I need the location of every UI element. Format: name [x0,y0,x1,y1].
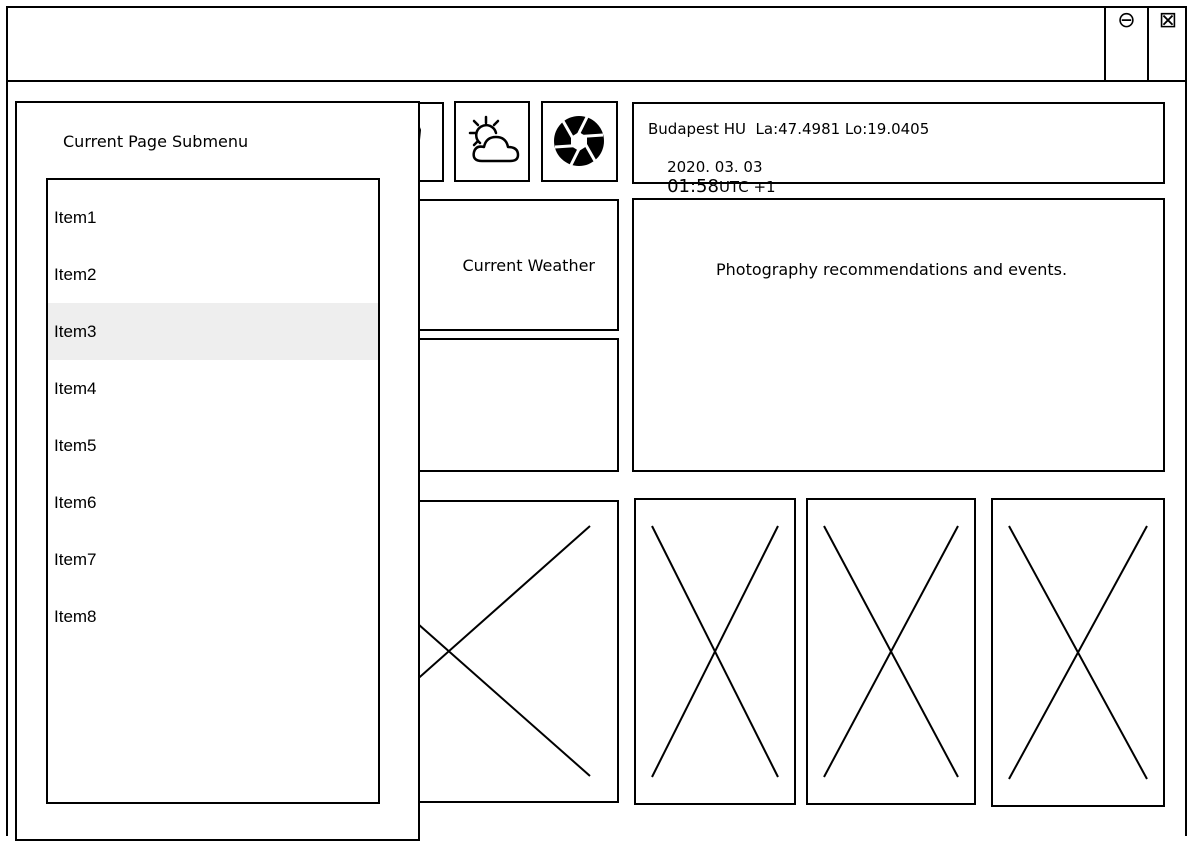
submenu-item[interactable]: Item6 [48,474,378,531]
close-button[interactable]: ⊠ [1149,8,1187,48]
date: 2020. 03. 03 [667,158,763,176]
image-placeholder[interactable] [991,498,1165,807]
title-bar [6,6,1187,82]
weather-icon-button[interactable] [454,101,530,182]
recommendations-panel: Photography recommendations and events. [632,198,1165,472]
submenu-panel: Current Page Submenu Item1 Item2 Item3 Item… [15,101,420,841]
submenu-item[interactable]: Item8 [48,588,378,645]
image-placeholder-icon [651,525,779,778]
image-placeholder-icon [1008,525,1148,780]
image-placeholder[interactable] [806,498,976,805]
camera-aperture-icon [554,116,604,166]
submenu-item[interactable]: Item5 [48,417,378,474]
submenu-list: Item1 Item2 Item3 Item4 Item5 Item6 Item7 Item8 [46,178,380,804]
time: 01:58 [667,176,719,197]
timezone: UTC +1 [718,178,776,196]
close-icon: ⊠ [1158,8,1178,33]
submenu-item[interactable]: Item2 [48,246,378,303]
submenu-item[interactable]: Item3 [48,303,378,360]
image-placeholder[interactable] [634,498,796,805]
location-coordinates: Budapest HU La:47.4981 Lo:19.0405 [648,120,930,138]
submenu-title: Current Page Submenu [63,132,249,151]
camera-icon-button[interactable] [541,101,618,182]
current-weather-label: Current Weather [462,255,595,275]
location-info: Budapest HU La:47.4981 Lo:19.0405 2020. … [632,102,1165,196]
minimize-button[interactable]: ⊖ [1106,8,1147,48]
submenu-item[interactable]: Item4 [48,360,378,417]
image-placeholder-icon [823,525,959,778]
submenu-item[interactable]: Item7 [48,531,378,588]
recommendations-text: Photography recommendations and events. [716,260,1068,279]
minimize-icon: ⊖ [1117,8,1136,33]
partly-cloudy-icon [468,115,520,163]
submenu-items: Item1 Item2 Item3 Item4 Item5 Item6 Item7 Item8 [48,189,378,645]
submenu-item[interactable]: Item1 [48,189,378,246]
